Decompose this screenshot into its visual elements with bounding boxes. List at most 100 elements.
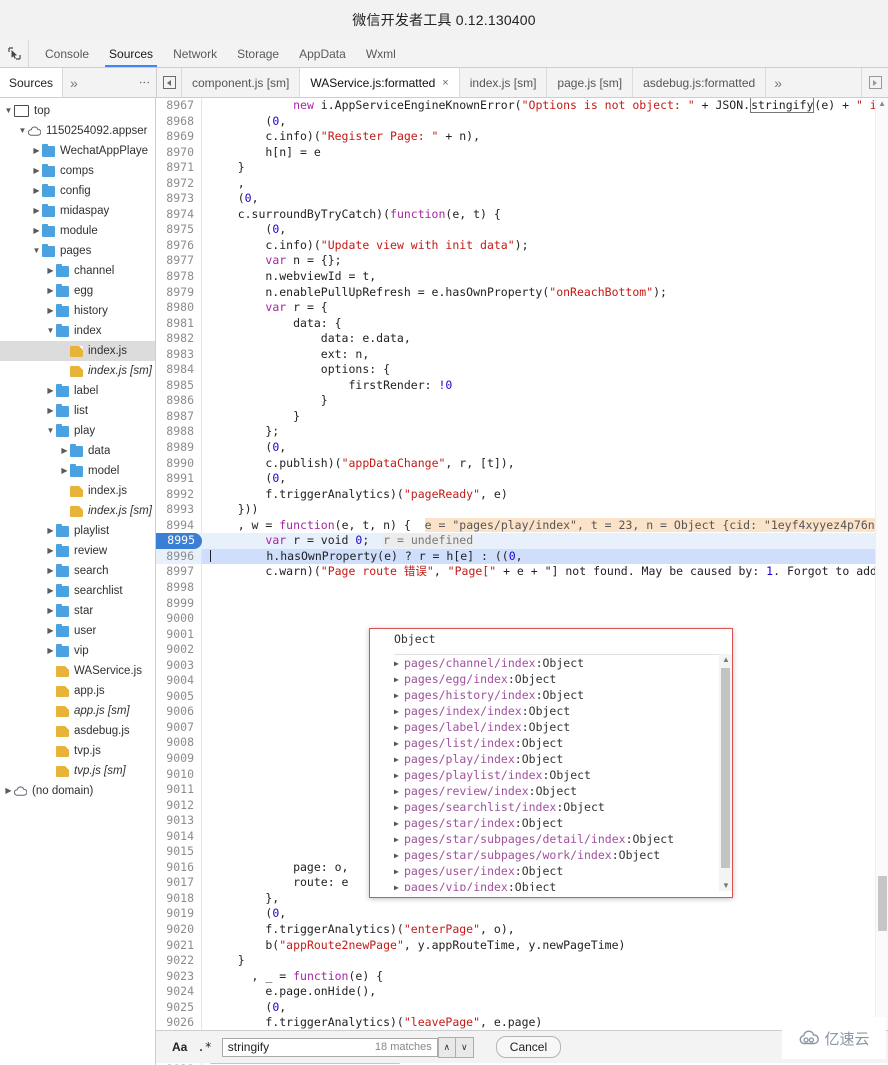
search-input[interactable]: stringify 18 matches [221,1037,438,1057]
file-tree-row[interactable]: ▼ top [0,101,155,121]
twisty-collapsed-icon[interactable]: ▶ [394,851,404,860]
twisty-expanded-icon[interactable]: ▼ [45,427,56,435]
twisty-collapsed-icon[interactable]: ▶ [31,187,42,195]
file-tree-row[interactable]: ▶ WechatAppPlaye [0,141,155,161]
file-tree-row[interactable]: ▶ history [0,301,155,321]
code-lines[interactable]: 8967 new i.AppServiceEngineKnownError("O… [156,98,888,1065]
line-number[interactable]: 9018 [156,890,202,907]
line-number[interactable]: 8990 [156,455,202,472]
line-number[interactable]: 9004 [156,673,202,689]
line-number[interactable]: 9000 [156,611,202,627]
popup-property-row[interactable]: ▶ pages/star/index: Object [394,815,726,831]
line-number[interactable]: 9003 [156,657,202,674]
code-line[interactable]: 9019 (0, [156,906,888,922]
code-line[interactable]: 8974 c.surroundByTryCatch)(function(e, t… [156,206,888,223]
code-line[interactable]: 8967 new i.AppServiceEngineKnownError("O… [156,98,888,114]
line-number[interactable]: 8989 [156,440,202,456]
popup-property-row[interactable]: ▶ pages/index/index: Object [394,703,726,719]
twisty-collapsed-icon[interactable]: ▶ [45,287,56,295]
line-number[interactable]: 9011 [156,782,202,798]
code-line[interactable]: 8998 [156,579,888,596]
code-line[interactable]: 8999 [156,595,888,612]
line-number[interactable]: 9002 [156,642,202,658]
twisty-collapsed-icon[interactable]: ▶ [45,627,56,635]
line-number[interactable]: 8998 [156,579,202,596]
vertical-dots-icon[interactable]: ⋮ [132,68,156,97]
search-prev-button[interactable]: ∧ [437,1036,456,1058]
devtools-tab-wxml[interactable]: Wxml [356,40,406,67]
line-number[interactable]: 9022 [156,953,202,969]
line-number[interactable]: 8968 [156,113,202,130]
line-number[interactable]: 8980 [156,300,202,316]
twisty-collapsed-icon[interactable]: ▶ [394,883,404,892]
file-tree-row[interactable]: ▶ playlist [0,521,155,541]
line-number[interactable]: 9025 [156,999,202,1016]
twisty-expanded-icon[interactable]: ▼ [31,247,42,255]
file-tree-row[interactable]: ▼ 1150254092.appser [0,121,155,141]
popup-property-row[interactable]: ▶ pages/user/index: Object [394,863,726,879]
code-line[interactable]: 8979 n.enablePullUpRefresh = e.hasOwnPro… [156,284,888,301]
file-tree-row[interactable]: ▼ pages [0,241,155,261]
code-line[interactable]: 8992 f.triggerAnalytics)("pageReady", e) [156,486,888,503]
line-number[interactable]: 9020 [156,921,202,938]
popup-property-row[interactable]: ▶ pages/list/index: Object [394,735,726,751]
twisty-collapsed-icon[interactable]: ▶ [45,587,56,595]
file-tree-row[interactable]: index.js [sm] [0,501,155,521]
line-number[interactable]: 9012 [156,797,202,814]
twisty-collapsed-icon[interactable]: ▶ [45,307,56,315]
file-tree-row[interactable]: ▶ (no domain) [0,781,155,801]
popup-property-row[interactable]: ▶ pages/vip/index: Object [394,879,726,891]
twisty-expanded-icon[interactable]: ▼ [45,327,56,335]
popup-property-row[interactable]: ▶ pages/searchlist/index: Object [394,799,726,815]
file-tree-row[interactable]: ▶ search [0,561,155,581]
code-line[interactable]: 9022 } [156,953,888,969]
code-line[interactable]: 9020 f.triggerAnalytics)("enterPage", o)… [156,921,888,938]
popup-property-row[interactable]: ▶ pages/label/index: Object [394,719,726,735]
twisty-collapsed-icon[interactable]: ▶ [394,755,404,764]
code-line[interactable]: 8976 c.info)("Update view with init data… [156,237,888,254]
code-line[interactable]: 8969 c.info)("Register Page: " + n), [156,129,888,145]
devtools-tab-appdata[interactable]: AppData [289,40,356,67]
line-number[interactable]: 8982 [156,331,202,347]
file-tree-row[interactable]: app.js [0,681,155,701]
file-tree-row[interactable]: tvp.js [0,741,155,761]
regex-button[interactable]: .* [195,1040,221,1054]
popup-property-row[interactable]: ▶ pages/egg/index: Object [394,671,726,687]
cancel-button[interactable]: Cancel [495,1036,562,1058]
line-number[interactable]: 9023 [156,968,202,985]
close-icon[interactable]: × [442,77,448,89]
line-number[interactable]: 8974 [156,206,202,223]
file-tree-row[interactable]: WAService.js [0,661,155,681]
twisty-expanded-icon[interactable]: ▼ [17,127,28,135]
twisty-collapsed-icon[interactable]: ▶ [394,723,404,732]
twisty-collapsed-icon[interactable]: ▶ [394,819,404,828]
line-number[interactable]: 8981 [156,315,202,332]
popup-property-row[interactable]: ▶ pages/playlist/index: Object [394,767,726,783]
code-line[interactable]: 8972 , [156,175,888,192]
code-line[interactable]: 9023 , _ = function(e) { [156,968,888,985]
line-number[interactable]: 8997 [156,564,202,580]
code-line[interactable]: 8989 (0, [156,440,888,456]
editor-vertical-scrollbar[interactable]: ▲ ▼ [875,98,888,1053]
code-line[interactable]: 9025 (0, [156,999,888,1016]
twisty-collapsed-icon[interactable]: ▶ [394,787,404,796]
editor-tab[interactable]: asdebug.js:formatted [633,68,767,97]
code-line[interactable]: 8978 n.webviewId = t, [156,269,888,285]
line-number[interactable]: 8969 [156,129,202,145]
match-case-button[interactable]: Aa [164,1040,195,1054]
line-number[interactable]: 8971 [156,160,202,176]
inspect-element-button[interactable] [0,40,29,67]
line-number[interactable]: 8985 [156,377,202,394]
file-tree-row[interactable]: ▶ list [0,401,155,421]
code-line[interactable]: 8970 h[n] = e [156,144,888,161]
twisty-collapsed-icon[interactable]: ▶ [394,835,404,844]
line-number[interactable]: 8984 [156,362,202,378]
line-number[interactable]: 8976 [156,237,202,254]
line-number[interactable]: 8986 [156,393,202,409]
popup-scroll-thumb[interactable] [721,668,730,868]
line-number[interactable]: 8995 [156,533,202,549]
file-tree-row[interactable]: ▶ module [0,221,155,241]
file-tree-row[interactable]: index.js [0,481,155,501]
line-number[interactable]: 9014 [156,828,202,845]
code-line[interactable]: 8996 h.hasOwnProperty(e) ? r = h[e] : ((… [156,548,888,565]
